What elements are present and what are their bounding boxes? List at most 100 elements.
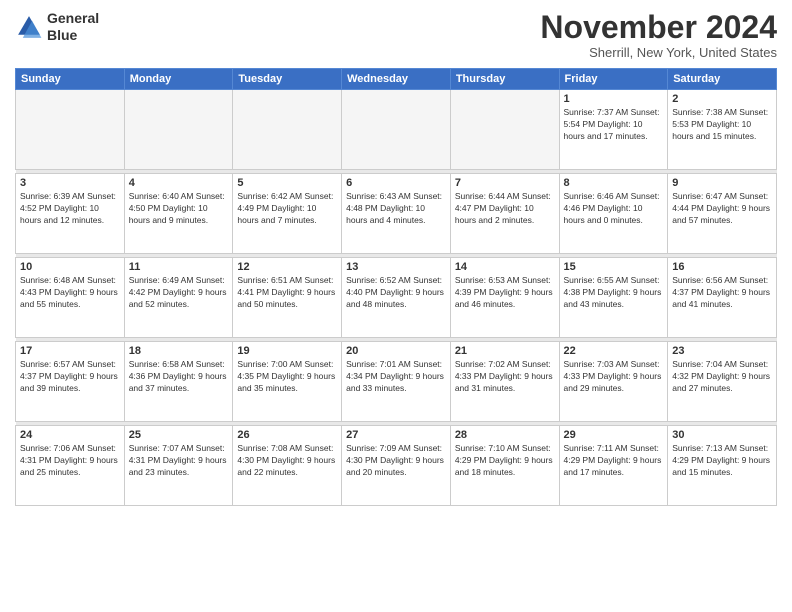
day-number: 5 (237, 177, 337, 189)
day-number: 7 (455, 177, 555, 189)
calendar-header-saturday: Saturday (668, 69, 777, 90)
calendar-cell (342, 90, 451, 170)
calendar-week-2: 3Sunrise: 6:39 AM Sunset: 4:52 PM Daylig… (16, 174, 777, 254)
calendar-cell: 2 Sunrise: 7:38 AM Sunset: 5:53 PM Daylig… (668, 90, 777, 170)
calendar-cell: 21 Sunrise: 7:02 AM Sunset: 4:33 PM Dayli… (450, 342, 559, 422)
logo-line1: General (47, 10, 99, 27)
calendar-header-tuesday: Tuesday (233, 69, 342, 90)
calendar-cell (450, 90, 559, 170)
calendar-cell: 14 Sunrise: 6:53 AM Sunset: 4:39 PM Dayli… (450, 258, 559, 338)
day-info: Sunrise: 7:01 AM Sunset: 4:34 PM Dayligh… (346, 359, 446, 395)
calendar-cell: 10 Sunrise: 6:48 AM Sunset: 4:43 PM Dayli… (16, 258, 125, 338)
title-block: November 2024 Sherrill, New York, United… (540, 10, 777, 60)
day-info: Sunrise: 7:04 AM Sunset: 4:32 PM Dayligh… (672, 359, 772, 395)
calendar-cell (124, 90, 233, 170)
calendar-cell: 9 Sunrise: 6:47 AM Sunset: 4:44 PM Daylig… (668, 174, 777, 254)
calendar-week-4: 17Sunrise: 6:57 AM Sunset: 4:37 PM Dayli… (16, 342, 777, 422)
calendar-week-1: 1Sunrise: 7:37 AM Sunset: 5:54 PM Daylig… (16, 90, 777, 170)
calendar-cell: 25 Sunrise: 7:07 AM Sunset: 4:31 PM Dayli… (124, 426, 233, 506)
day-info: Sunrise: 6:58 AM Sunset: 4:36 PM Dayligh… (129, 359, 229, 395)
calendar-cell: 19 Sunrise: 7:00 AM Sunset: 4:35 PM Dayli… (233, 342, 342, 422)
calendar-cell: 24 Sunrise: 7:06 AM Sunset: 4:31 PM Dayli… (16, 426, 125, 506)
day-info: Sunrise: 6:48 AM Sunset: 4:43 PM Dayligh… (20, 275, 120, 311)
day-number: 1 (564, 93, 664, 105)
day-number: 27 (346, 429, 446, 441)
day-number: 19 (237, 345, 337, 357)
day-number: 13 (346, 261, 446, 273)
day-info: Sunrise: 6:52 AM Sunset: 4:40 PM Dayligh… (346, 275, 446, 311)
calendar-week-3: 10 Sunrise: 6:48 AM Sunset: 4:43 PM Dayli… (16, 258, 777, 338)
day-number: 18 (129, 345, 229, 357)
calendar-cell: 11Sunrise: 6:49 AM Sunset: 4:42 PM Dayli… (124, 258, 233, 338)
header: General Blue November 2024 Sherrill, New… (15, 10, 777, 60)
calendar-cell: 30Sunrise: 7:13 AM Sunset: 4:29 PM Dayli… (668, 426, 777, 506)
day-info: Sunrise: 6:46 AM Sunset: 4:46 PM Dayligh… (564, 191, 664, 227)
calendar-cell: 28Sunrise: 7:10 AM Sunset: 4:29 PM Dayli… (450, 426, 559, 506)
logo: General Blue (15, 10, 99, 44)
calendar-cell (233, 90, 342, 170)
calendar-cell: 16 Sunrise: 6:56 AM Sunset: 4:37 PM Dayli… (668, 258, 777, 338)
day-info: Sunrise: 7:08 AM Sunset: 4:30 PM Dayligh… (237, 443, 337, 479)
day-number: 4 (129, 177, 229, 189)
day-number: 15 (564, 261, 664, 273)
day-number: 17 (20, 345, 120, 357)
day-info: Sunrise: 7:09 AM Sunset: 4:30 PM Dayligh… (346, 443, 446, 479)
calendar-header-friday: Friday (559, 69, 668, 90)
day-number: 14 (455, 261, 555, 273)
calendar-cell: 3Sunrise: 6:39 AM Sunset: 4:52 PM Daylig… (16, 174, 125, 254)
calendar: SundayMondayTuesdayWednesdayThursdayFrid… (15, 68, 777, 506)
day-number: 28 (455, 429, 555, 441)
day-info: Sunrise: 7:02 AM Sunset: 4:33 PM Dayligh… (455, 359, 555, 395)
day-number: 23 (672, 345, 772, 357)
day-number: 24 (20, 429, 120, 441)
day-info: Sunrise: 7:00 AM Sunset: 4:35 PM Dayligh… (237, 359, 337, 395)
logo-line2: Blue (47, 27, 99, 44)
day-info: Sunrise: 6:42 AM Sunset: 4:49 PM Dayligh… (237, 191, 337, 227)
calendar-cell: 12Sunrise: 6:51 AM Sunset: 4:41 PM Dayli… (233, 258, 342, 338)
day-number: 16 (672, 261, 772, 273)
calendar-cell: 23 Sunrise: 7:04 AM Sunset: 4:32 PM Dayli… (668, 342, 777, 422)
month-title: November 2024 (540, 10, 777, 45)
day-info: Sunrise: 7:03 AM Sunset: 4:33 PM Dayligh… (564, 359, 664, 395)
day-info: Sunrise: 6:40 AM Sunset: 4:50 PM Dayligh… (129, 191, 229, 227)
calendar-cell: 20 Sunrise: 7:01 AM Sunset: 4:34 PM Dayli… (342, 342, 451, 422)
day-info: Sunrise: 6:39 AM Sunset: 4:52 PM Dayligh… (20, 191, 120, 227)
day-number: 20 (346, 345, 446, 357)
day-info: Sunrise: 6:55 AM Sunset: 4:38 PM Dayligh… (564, 275, 664, 311)
day-number: 25 (129, 429, 229, 441)
logo-icon (15, 13, 43, 41)
calendar-header-monday: Monday (124, 69, 233, 90)
calendar-cell: 29Sunrise: 7:11 AM Sunset: 4:29 PM Dayli… (559, 426, 668, 506)
day-info: Sunrise: 6:53 AM Sunset: 4:39 PM Dayligh… (455, 275, 555, 311)
day-number: 10 (20, 261, 120, 273)
logo-text: General Blue (47, 10, 99, 44)
day-info: Sunrise: 7:06 AM Sunset: 4:31 PM Dayligh… (20, 443, 120, 479)
day-number: 9 (672, 177, 772, 189)
calendar-cell: 18 Sunrise: 6:58 AM Sunset: 4:36 PM Dayli… (124, 342, 233, 422)
day-number: 22 (564, 345, 664, 357)
day-info: Sunrise: 7:11 AM Sunset: 4:29 PM Dayligh… (564, 443, 664, 479)
calendar-cell: 5 Sunrise: 6:42 AM Sunset: 4:49 PM Daylig… (233, 174, 342, 254)
day-info: Sunrise: 7:07 AM Sunset: 4:31 PM Dayligh… (129, 443, 229, 479)
page: General Blue November 2024 Sherrill, New… (0, 0, 792, 612)
day-info: Sunrise: 6:43 AM Sunset: 4:48 PM Dayligh… (346, 191, 446, 227)
day-number: 21 (455, 345, 555, 357)
calendar-cell: 26 Sunrise: 7:08 AM Sunset: 4:30 PM Dayli… (233, 426, 342, 506)
day-info: Sunrise: 6:47 AM Sunset: 4:44 PM Dayligh… (672, 191, 772, 227)
day-number: 8 (564, 177, 664, 189)
calendar-cell: 27 Sunrise: 7:09 AM Sunset: 4:30 PM Dayli… (342, 426, 451, 506)
day-number: 2 (672, 93, 772, 105)
calendar-cell: 13 Sunrise: 6:52 AM Sunset: 4:40 PM Dayli… (342, 258, 451, 338)
day-info: Sunrise: 7:13 AM Sunset: 4:29 PM Dayligh… (672, 443, 772, 479)
day-info: Sunrise: 7:38 AM Sunset: 5:53 PM Dayligh… (672, 107, 772, 143)
calendar-cell: 22 Sunrise: 7:03 AM Sunset: 4:33 PM Dayli… (559, 342, 668, 422)
calendar-cell: 4 Sunrise: 6:40 AM Sunset: 4:50 PM Daylig… (124, 174, 233, 254)
day-info: Sunrise: 6:51 AM Sunset: 4:41 PM Dayligh… (237, 275, 337, 311)
day-info: Sunrise: 6:56 AM Sunset: 4:37 PM Dayligh… (672, 275, 772, 311)
calendar-cell: 15 Sunrise: 6:55 AM Sunset: 4:38 PM Dayli… (559, 258, 668, 338)
calendar-cell (16, 90, 125, 170)
calendar-cell: 17Sunrise: 6:57 AM Sunset: 4:37 PM Dayli… (16, 342, 125, 422)
calendar-header-row: SundayMondayTuesdayWednesdayThursdayFrid… (16, 69, 777, 90)
day-number: 26 (237, 429, 337, 441)
day-info: Sunrise: 6:49 AM Sunset: 4:42 PM Dayligh… (129, 275, 229, 311)
